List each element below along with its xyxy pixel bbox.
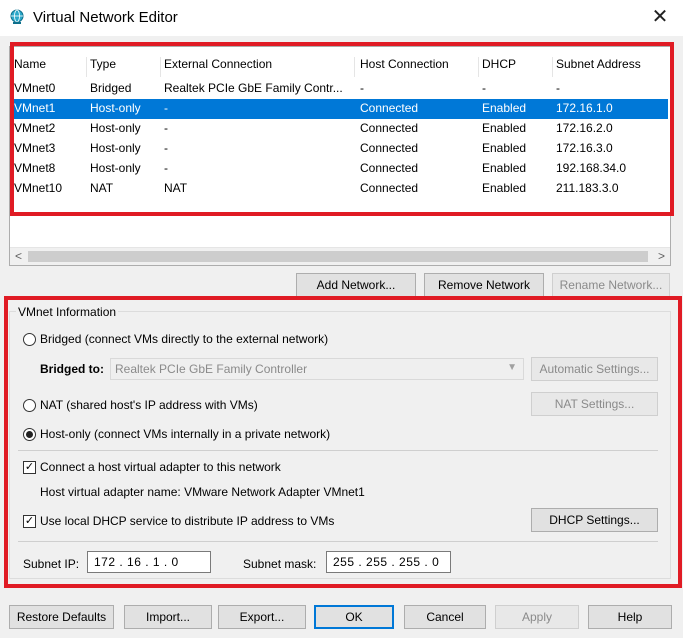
cell-external: - <box>164 101 168 115</box>
ok-button[interactable]: OK <box>314 605 394 629</box>
cell-type: NAT <box>90 181 114 195</box>
network-globe-icon <box>10 9 24 24</box>
divider <box>18 541 658 542</box>
export-button[interactable]: Export... <box>218 605 306 629</box>
cell-host: Connected <box>360 161 419 175</box>
column-header-external[interactable]: External Connection <box>164 57 354 71</box>
cell-host: Connected <box>360 121 419 135</box>
cell-type: Host-only <box>90 161 141 175</box>
close-button[interactable]: ✕ <box>637 0 683 36</box>
table-row[interactable]: VMnet10 NAT NAT Connected Enabled 211.18… <box>14 179 668 199</box>
adapter-name-text: Host virtual adapter name: VMware Networ… <box>40 485 365 499</box>
table-row[interactable]: VMnet8 Host-only - Connected Enabled 192… <box>14 159 668 179</box>
scroll-thumb[interactable] <box>28 251 648 262</box>
cell-host: - <box>360 81 364 95</box>
cell-dhcp: Enabled <box>482 181 527 195</box>
cell-type: Host-only <box>90 141 141 155</box>
cell-type: Bridged <box>90 81 132 95</box>
network-list[interactable]: Name Type External Connection Host Conne… <box>9 46 671 266</box>
cell-host: Connected <box>360 141 419 155</box>
cell-external: Realtek PCIe GbE Family Contr... <box>164 81 343 95</box>
cell-external: - <box>164 141 168 155</box>
nat-label[interactable]: NAT (shared host's IP address with VMs) <box>40 398 258 412</box>
dhcp-label[interactable]: Use local DHCP service to distribute IP … <box>40 514 334 528</box>
column-header-name[interactable]: Name <box>14 57 84 71</box>
chevron-down-icon: ▼ <box>507 362 517 373</box>
title-bar: Virtual Network Editor ✕ <box>0 0 683 36</box>
import-button[interactable]: Import... <box>124 605 212 629</box>
cell-host: Connected <box>360 181 419 195</box>
subnet-ip-label: Subnet IP: <box>23 557 80 571</box>
apply-button[interactable]: Apply <box>495 605 579 629</box>
dhcp-settings-button[interactable]: DHCP Settings... <box>531 508 658 532</box>
horizontal-scrollbar[interactable]: < > <box>10 247 670 265</box>
cell-name: VMnet0 <box>14 81 56 95</box>
bridged-to-value: Realtek PCIe GbE Family Controller <box>115 362 308 376</box>
cell-dhcp: Enabled <box>482 101 527 115</box>
add-network-button[interactable]: Add Network... <box>296 273 416 297</box>
cell-external: - <box>164 161 168 175</box>
nat-settings-button[interactable]: NAT Settings... <box>531 392 658 416</box>
cell-type: Host-only <box>90 101 141 115</box>
column-header-host[interactable]: Host Connection <box>360 57 478 71</box>
scroll-left-icon[interactable]: < <box>10 248 27 265</box>
restore-defaults-button[interactable]: Restore Defaults <box>9 605 114 629</box>
cell-name: VMnet2 <box>14 121 56 135</box>
cell-type: Host-only <box>90 121 141 135</box>
column-header-subnet[interactable]: Subnet Address <box>556 57 666 71</box>
cell-name: VMnet3 <box>14 141 56 155</box>
bridged-to-label: Bridged to: <box>40 362 104 376</box>
cell-external: - <box>164 121 168 135</box>
nat-radio[interactable] <box>23 399 36 412</box>
subnet-mask-input[interactable]: 255 . 255 . 255 . 0 <box>326 551 451 573</box>
column-header-dhcp[interactable]: DHCP <box>482 57 552 71</box>
window-title: Virtual Network Editor <box>33 9 178 26</box>
cell-external: NAT <box>164 181 188 195</box>
list-header: Name Type External Connection Host Conne… <box>14 57 668 77</box>
rename-network-button[interactable]: Rename Network... <box>552 273 670 297</box>
cell-host: Connected <box>360 101 419 115</box>
host-only-radio[interactable] <box>23 428 36 441</box>
cell-name: VMnet10 <box>14 181 63 195</box>
group-title: VMnet Information <box>16 305 119 319</box>
cancel-button[interactable]: Cancel <box>404 605 486 629</box>
table-row-selected[interactable]: VMnet1 Host-only - Connected Enabled 172… <box>14 99 668 119</box>
cell-subnet: 172.16.3.0 <box>556 141 613 155</box>
vmnet-information-group <box>9 311 671 579</box>
column-header-type[interactable]: Type <box>90 57 160 71</box>
cell-dhcp: - <box>482 81 486 95</box>
automatic-settings-button[interactable]: Automatic Settings... <box>531 357 658 381</box>
table-row[interactable]: VMnet0 Bridged Realtek PCIe GbE Family C… <box>14 79 668 99</box>
cell-subnet: 172.16.1.0 <box>556 101 613 115</box>
table-row[interactable]: VMnet2 Host-only - Connected Enabled 172… <box>14 119 668 139</box>
cell-subnet: 172.16.2.0 <box>556 121 613 135</box>
list-rows: VMnet0 Bridged Realtek PCIe GbE Family C… <box>14 79 668 199</box>
bridged-to-dropdown[interactable]: Realtek PCIe GbE Family Controller ▼ <box>110 358 524 380</box>
cell-name: VMnet1 <box>14 101 56 115</box>
remove-network-button[interactable]: Remove Network <box>424 273 544 297</box>
host-only-label[interactable]: Host-only (connect VMs internally in a p… <box>40 427 330 441</box>
cell-subnet: - <box>556 81 560 95</box>
connect-adapter-checkbox[interactable]: ✓ <box>23 461 36 474</box>
divider <box>18 450 658 451</box>
subnet-ip-input[interactable]: 172 . 16 . 1 . 0 <box>87 551 211 573</box>
scroll-right-icon[interactable]: > <box>653 248 670 265</box>
cell-dhcp: Enabled <box>482 161 527 175</box>
bridged-label[interactable]: Bridged (connect VMs directly to the ext… <box>40 332 328 346</box>
cell-subnet: 192.168.34.0 <box>556 161 627 175</box>
help-button[interactable]: Help <box>588 605 672 629</box>
dhcp-checkbox[interactable]: ✓ <box>23 515 36 528</box>
cell-subnet: 211.183.3.0 <box>556 181 619 195</box>
cell-name: VMnet8 <box>14 161 56 175</box>
cell-dhcp: Enabled <box>482 141 527 155</box>
subnet-mask-label: Subnet mask: <box>243 557 317 571</box>
bridged-radio[interactable] <box>23 333 36 346</box>
table-row[interactable]: VMnet3 Host-only - Connected Enabled 172… <box>14 139 668 159</box>
cell-dhcp: Enabled <box>482 121 527 135</box>
connect-adapter-label[interactable]: Connect a host virtual adapter to this n… <box>40 460 281 474</box>
